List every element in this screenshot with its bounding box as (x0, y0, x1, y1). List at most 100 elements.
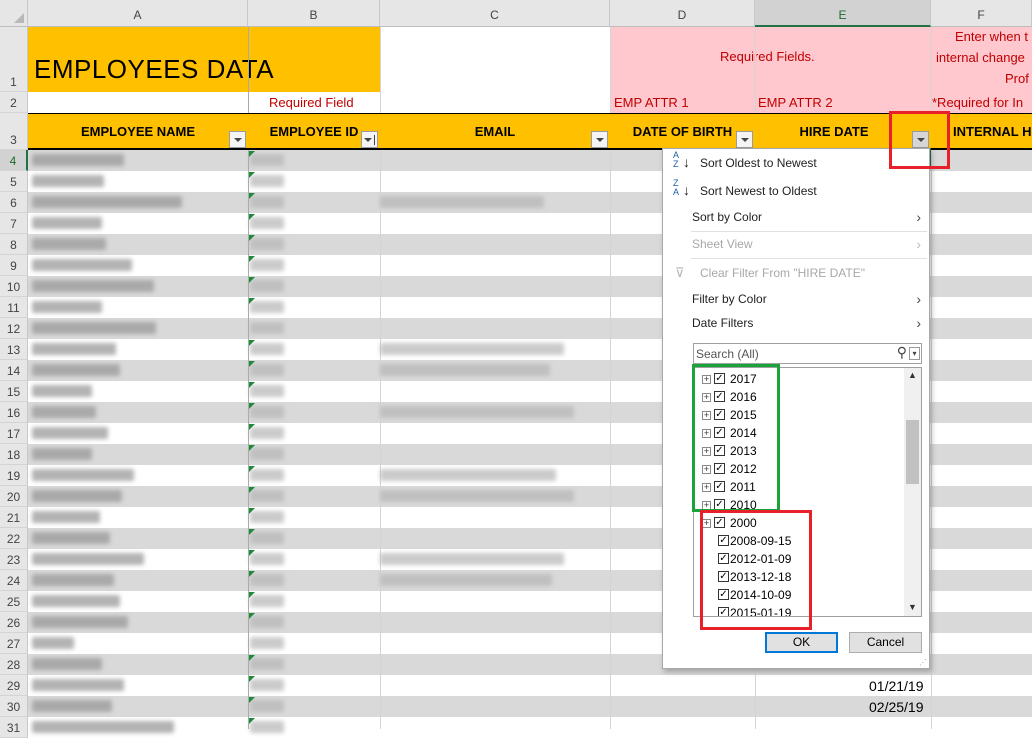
sort-desc-label: Sort Newest to Oldest (700, 184, 817, 198)
col-header-a[interactable]: A (28, 0, 248, 27)
redacted-cell (250, 196, 284, 208)
header-hire-date-label: HIRE DATE (799, 123, 869, 139)
error-indicator-icon (249, 256, 255, 262)
col-header-c[interactable]: C (380, 0, 610, 27)
col-header-e[interactable]: E (755, 0, 931, 27)
row-header[interactable]: 1 (0, 27, 28, 92)
hire-date-value[interactable]: 02/25/19 (869, 699, 924, 715)
row-header[interactable]: 31 (0, 717, 28, 738)
redacted-cell (250, 574, 284, 586)
col-header-f[interactable]: F (931, 0, 1032, 27)
select-all-corner[interactable] (0, 0, 28, 27)
error-indicator-icon (249, 571, 255, 577)
clear-filter-icon: ⊽ (675, 265, 685, 280)
row-header[interactable]: 18 (0, 444, 28, 465)
row-header[interactable]: 7 (0, 213, 28, 234)
search-icon[interactable]: ⚲ (897, 344, 907, 361)
row-header[interactable]: 23 (0, 549, 28, 570)
sort-newest-to-oldest[interactable]: ZA ↓ Sort Newest to Oldest (663, 179, 929, 203)
redacted-cell (380, 574, 552, 586)
header-employee-id[interactable]: EMPLOYEE ID (248, 113, 380, 150)
redacted-cell (32, 490, 122, 502)
redacted-cell (250, 217, 284, 229)
hire-date-value[interactable]: 01/21/19 (869, 678, 924, 694)
error-indicator-icon (249, 445, 255, 451)
sort-by-color[interactable]: Sort by Color › (663, 205, 929, 229)
error-indicator-icon (249, 151, 255, 157)
redacted-cell (32, 721, 174, 733)
header-email[interactable]: EMAIL (380, 113, 610, 150)
row-header[interactable]: 6 (0, 192, 28, 213)
redacted-cell (250, 658, 284, 670)
submenu-arrow-icon: › (916, 236, 921, 252)
f1-note-line1: Enter when t (955, 29, 1028, 44)
clear-filter[interactable]: ⊽ Clear Filter From "HIRE DATE" (663, 261, 929, 285)
error-indicator-icon (249, 592, 255, 598)
row-header[interactable]: 27 (0, 633, 28, 654)
sheet-view[interactable]: Sheet View › (663, 232, 929, 256)
date-filters-label: Date Filters (692, 316, 754, 330)
row-header[interactable]: 5 (0, 171, 28, 192)
header-employee-name[interactable]: EMPLOYEE NAME (28, 113, 248, 150)
search-box[interactable]: Search (All) ⚲ ▾ (693, 343, 922, 364)
redacted-cell (32, 574, 114, 586)
row-header[interactable]: 16 (0, 402, 28, 423)
cancel-button[interactable]: Cancel (849, 632, 922, 653)
header-dob-label: DATE OF BIRTH (632, 123, 733, 139)
ok-button[interactable]: OK (765, 632, 838, 653)
row-header[interactable]: 19 (0, 465, 28, 486)
title-cell[interactable]: EMPLOYEES DATA (28, 27, 380, 92)
row-header[interactable]: 30 (0, 696, 28, 717)
required-field-note: Required Field (269, 95, 354, 110)
header-date-of-birth[interactable]: DATE OF BIRTH (610, 113, 755, 150)
redacted-cell (380, 343, 564, 355)
filter-by-color[interactable]: Filter by Color › (663, 287, 929, 311)
sort-asc-icon: AZ (673, 150, 680, 169)
row-header[interactable]: 13 (0, 339, 28, 360)
list-scrollbar[interactable]: ▲ ▼ (904, 368, 921, 616)
row-header[interactable]: 10 (0, 276, 28, 297)
redacted-cell (250, 553, 284, 565)
redacted-cell (32, 679, 124, 691)
search-placeholder: Search (All) (696, 347, 759, 361)
row-header[interactable]: 14 (0, 360, 28, 381)
sort-filter-icon[interactable] (361, 131, 378, 148)
redacted-cell (250, 469, 284, 481)
row-header[interactable]: 21 (0, 507, 28, 528)
required-fields-cell[interactable]: Required Fields. Enter when t internal c… (610, 27, 1032, 92)
row-header[interactable]: 25 (0, 591, 28, 612)
redacted-cell (250, 616, 284, 628)
row-header[interactable]: 3 (0, 113, 28, 150)
row-header[interactable]: 22 (0, 528, 28, 549)
header-internal-label: INTERNAL H (953, 123, 1032, 139)
resize-grip-icon[interactable]: ⋰ (919, 658, 927, 667)
date-filters[interactable]: Date Filters › (663, 311, 929, 335)
filter-dropdown-icon[interactable] (736, 131, 753, 148)
col-header-d[interactable]: D (610, 0, 755, 27)
row-header[interactable]: 9 (0, 255, 28, 276)
row-header[interactable]: 17 (0, 423, 28, 444)
filter-dropdown-icon[interactable] (229, 131, 246, 148)
row-header[interactable]: 20 (0, 486, 28, 507)
row-header[interactable]: 15 (0, 381, 28, 402)
row-header[interactable]: 4 (0, 150, 28, 171)
redacted-cell (250, 385, 284, 397)
redacted-cell (250, 637, 284, 649)
row-header[interactable]: 11 (0, 297, 28, 318)
scroll-down-icon[interactable]: ▼ (908, 602, 917, 612)
row-header[interactable]: 8 (0, 234, 28, 255)
row-header[interactable]: 29 (0, 675, 28, 696)
filter-dropdown-icon[interactable] (591, 131, 608, 148)
row-header[interactable]: 2 (0, 92, 28, 113)
search-dropdown-icon[interactable]: ▾ (909, 347, 920, 360)
scroll-thumb[interactable] (906, 420, 919, 484)
scroll-up-icon[interactable]: ▲ (908, 370, 917, 380)
redacted-cell (250, 427, 284, 439)
row-header[interactable]: 26 (0, 612, 28, 633)
col-header-b[interactable]: B (248, 0, 380, 27)
row-header[interactable]: 24 (0, 570, 28, 591)
error-indicator-icon (249, 172, 255, 178)
row-header[interactable]: 28 (0, 654, 28, 675)
row-header[interactable]: 12 (0, 318, 28, 339)
redacted-cell (250, 721, 284, 733)
